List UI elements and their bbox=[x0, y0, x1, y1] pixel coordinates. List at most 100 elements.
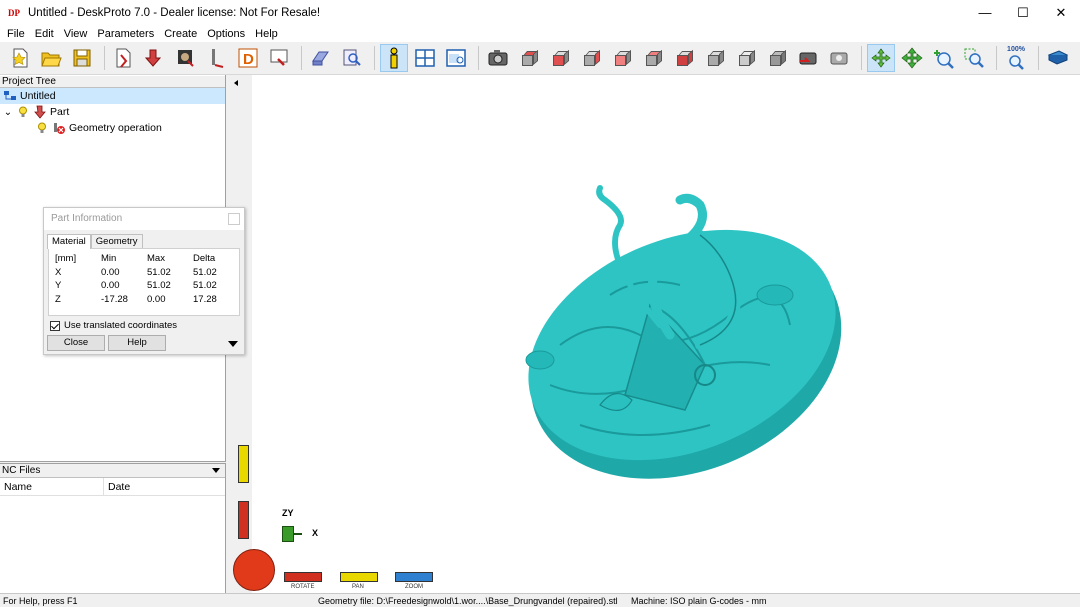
zoom-mode-button[interactable] bbox=[929, 44, 957, 72]
view-solid-button[interactable] bbox=[763, 44, 791, 72]
magnifier-page-icon bbox=[343, 49, 361, 66]
view-left-button[interactable] bbox=[608, 44, 636, 72]
3d-model[interactable] bbox=[230, 75, 1080, 593]
dialog-buttons: Close Help bbox=[47, 335, 244, 351]
dialog-tabs: Material Geometry bbox=[44, 234, 244, 249]
new-project-button[interactable] bbox=[6, 44, 34, 72]
zoom-mode-indicator[interactable] bbox=[395, 572, 433, 582]
dialog-title-bar[interactable]: Part Information bbox=[44, 208, 244, 230]
status-geometry-file: Geometry file: D:\Freedesignwold\1.wor..… bbox=[318, 596, 618, 606]
rotate-arrows-icon bbox=[871, 48, 891, 68]
close-button[interactable]: ✕ bbox=[1042, 0, 1080, 25]
dialog-close-button[interactable]: Close bbox=[47, 335, 105, 351]
menu-options[interactable]: Options bbox=[202, 28, 250, 40]
load-geometry-button[interactable] bbox=[110, 44, 138, 72]
column-header-name[interactable]: Name bbox=[0, 478, 104, 495]
view-front-button[interactable] bbox=[546, 44, 574, 72]
view-top-button[interactable] bbox=[515, 44, 543, 72]
table-row: Z -17.28 0.00 17.28 bbox=[55, 293, 233, 307]
save-project-button[interactable] bbox=[68, 44, 96, 72]
zoom-100-button[interactable]: 100% bbox=[1002, 44, 1030, 72]
geometry-import-icon bbox=[116, 48, 131, 68]
bitmap-button[interactable] bbox=[172, 44, 200, 72]
pan-mode-button[interactable] bbox=[898, 44, 926, 72]
min-cell: 0.00 bbox=[101, 280, 120, 291]
part-info-button[interactable] bbox=[380, 44, 408, 72]
expand-chevron-icon[interactable]: ⌄ bbox=[3, 106, 13, 118]
minimize-button[interactable]: — bbox=[966, 0, 1004, 25]
3d-viewport[interactable]: ZY X ROTATE PAN ZOOM bbox=[230, 75, 1080, 593]
zoom-window-button[interactable] bbox=[960, 44, 988, 72]
menu-edit[interactable]: Edit bbox=[30, 28, 59, 40]
tab-geometry[interactable]: Geometry bbox=[90, 234, 143, 248]
part-information-dialog: Part Information Material Geometry [mm] … bbox=[43, 207, 245, 355]
maximize-button[interactable]: ☐ bbox=[1004, 0, 1042, 25]
open-folder-icon bbox=[41, 52, 62, 67]
main-toolbar: D 100% bbox=[0, 42, 1080, 75]
view-iso-button[interactable] bbox=[701, 44, 729, 72]
view-iso2-button[interactable] bbox=[732, 44, 760, 72]
menu-parameters[interactable]: Parameters bbox=[92, 28, 159, 40]
part-icon bbox=[33, 105, 47, 119]
nc-files-columns: Name Date bbox=[0, 478, 225, 496]
lightbulb-icon[interactable] bbox=[35, 122, 49, 134]
min-cell: 0.00 bbox=[101, 266, 120, 278]
view-next-button[interactable] bbox=[825, 44, 853, 72]
view-bottom-button[interactable] bbox=[670, 44, 698, 72]
axis-cube-icon bbox=[282, 526, 294, 542]
part-parameters-button[interactable] bbox=[141, 44, 169, 72]
dialog-close-icon[interactable] bbox=[228, 213, 240, 225]
open-project-button[interactable] bbox=[37, 44, 65, 72]
operation-button[interactable] bbox=[203, 44, 231, 72]
column-header-date[interactable]: Date bbox=[104, 478, 222, 495]
svg-text:D: D bbox=[243, 51, 254, 68]
header-max: Max bbox=[147, 253, 165, 264]
drawing-d-icon: D bbox=[238, 48, 258, 68]
status-machine: Machine: ISO plain G-codes - mm bbox=[631, 596, 767, 606]
menu-file[interactable]: File bbox=[2, 28, 30, 40]
lightbulb-icon[interactable] bbox=[16, 106, 30, 118]
rotate-mode-indicator[interactable] bbox=[284, 572, 322, 582]
dimensions-table: [mm] Min Max Delta X 0.00 51.02 51.02 Y … bbox=[48, 248, 240, 316]
axis-indicator: ZY X bbox=[280, 508, 330, 548]
view-back-button[interactable] bbox=[577, 44, 605, 72]
dropdown-arrow-icon[interactable] bbox=[212, 468, 220, 473]
menu-view[interactable]: View bbox=[59, 28, 93, 40]
table-header-row: [mm] Min Max Delta bbox=[55, 252, 233, 266]
status-bar: For Help, press F1 Geometry file: D:\Fre… bbox=[0, 593, 1080, 607]
dialog-help-button[interactable]: Help bbox=[108, 335, 166, 351]
view-window-button[interactable] bbox=[442, 44, 470, 72]
tree-item-geometry-operation[interactable]: Geometry operation bbox=[0, 120, 225, 136]
simulation-button[interactable] bbox=[307, 44, 335, 72]
camera-view-button[interactable] bbox=[484, 44, 512, 72]
expand-arrow-icon[interactable] bbox=[228, 341, 238, 347]
project-icon bbox=[3, 90, 17, 102]
translated-coordinates-option[interactable]: Use translated coordinates bbox=[50, 320, 238, 331]
tab-material[interactable]: Material bbox=[47, 234, 91, 249]
help-book-icon bbox=[1047, 50, 1069, 65]
image-icon bbox=[178, 50, 194, 67]
translated-coordinates-checkbox[interactable] bbox=[50, 320, 60, 331]
header-unit: [mm] bbox=[55, 253, 77, 264]
rotate-mode-button[interactable] bbox=[867, 44, 895, 72]
tree-item-part[interactable]: ⌄ Part bbox=[0, 104, 225, 120]
export-button[interactable] bbox=[265, 44, 293, 72]
view-previous-button[interactable] bbox=[794, 44, 822, 72]
nc-files-title: NC Files bbox=[2, 465, 41, 476]
menu-help[interactable]: Help bbox=[250, 28, 283, 40]
zoom-fit-icon bbox=[1009, 55, 1024, 70]
max-cell: 51.02 bbox=[147, 280, 171, 291]
preview-button[interactable] bbox=[338, 44, 366, 72]
menu-create[interactable]: Create bbox=[159, 28, 202, 40]
layout-button[interactable] bbox=[411, 44, 439, 72]
table-row: X 0.00 51.02 51.02 bbox=[55, 266, 233, 280]
help-book-button[interactable] bbox=[1044, 44, 1072, 72]
drawing-button[interactable]: D bbox=[234, 44, 262, 72]
nc-files-header[interactable]: NC Files bbox=[0, 464, 225, 478]
tree-item-project[interactable]: Untitled bbox=[0, 88, 225, 104]
info-icon bbox=[390, 47, 398, 69]
max-cell: 51.02 bbox=[147, 266, 171, 278]
pan-mode-indicator[interactable] bbox=[340, 572, 378, 582]
view-right-button[interactable] bbox=[639, 44, 667, 72]
window-controls: — ☐ ✕ bbox=[966, 0, 1080, 25]
